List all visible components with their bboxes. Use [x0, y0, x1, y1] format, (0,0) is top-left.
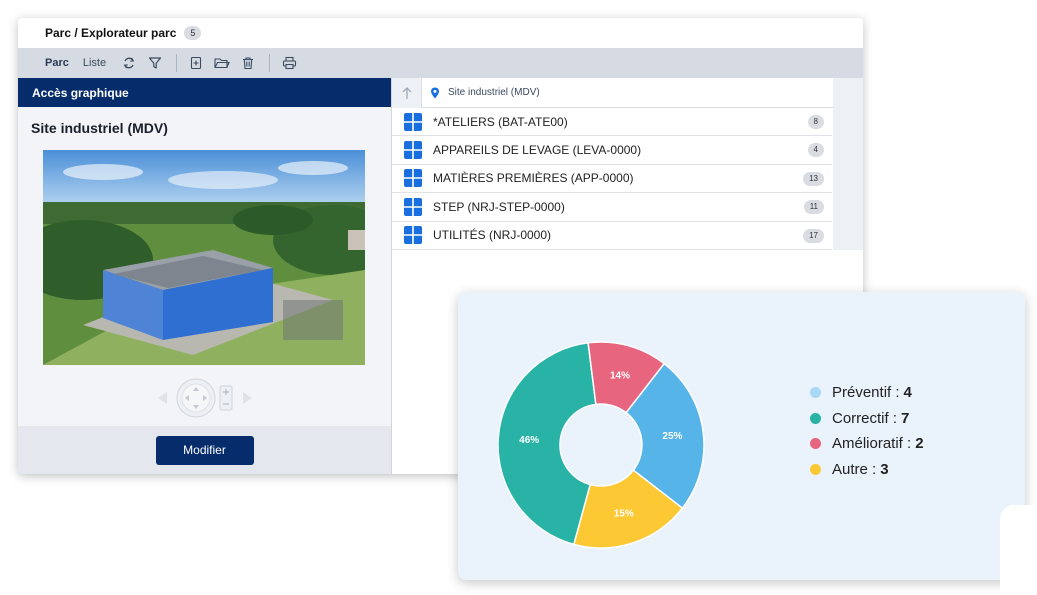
grid-icon	[404, 112, 422, 131]
legend-label: Amélioratif :	[832, 435, 912, 453]
row-label: UTILITÉS (NRJ-0000)	[433, 228, 552, 243]
row-count-badge: 13	[803, 171, 824, 186]
image-navigation-control	[156, 378, 256, 418]
row-label: *ATELIERS (BAT-ATE00)	[433, 114, 568, 129]
grid-icon	[404, 226, 422, 245]
table-row[interactable]: APPAREILS DE LEVAGE (LEVA-0000) 4	[392, 136, 832, 165]
legend-value: 4	[903, 384, 912, 402]
table-row[interactable]: STEP (NRJ-STEP-0000) 11	[392, 193, 832, 222]
row-label: APPAREILS DE LEVAGE (LEVA-0000)	[433, 143, 642, 158]
title-bar: Parc / Explorateur parc 5	[18, 18, 863, 48]
column-header-label: Site industriel (MDV)	[448, 87, 540, 98]
slice-percent-label: 25%	[662, 431, 682, 442]
count-badge: 5	[184, 26, 202, 40]
toolbar-divider	[176, 54, 178, 72]
legend-value: 7	[901, 409, 910, 427]
card-notch	[1000, 505, 1037, 595]
slice-percent-label: 14%	[610, 371, 630, 382]
site-photo[interactable]	[43, 150, 365, 365]
legend-dot	[810, 387, 821, 399]
legend-dot	[810, 412, 821, 424]
grid-icon	[404, 197, 422, 216]
arrow-up-icon	[402, 86, 411, 99]
column-header[interactable]: Site industriel (MDV)	[422, 87, 863, 99]
grid-icon	[404, 141, 422, 160]
grid-icon	[404, 169, 422, 188]
legend-item[interactable]: Amélioratif :2	[810, 431, 924, 457]
table-header: Site industriel (MDV)	[392, 77, 863, 108]
row-label: MATIÈRES PREMIÈRES (APP-0000)	[433, 171, 634, 186]
intervention-chart-card: 25% 15% 46% 14% Préventif :4 Correctif :7 Amé…	[458, 292, 1025, 580]
liste-tab[interactable]: Liste	[83, 57, 106, 69]
row-count-badge: 8	[807, 115, 824, 129]
legend-item[interactable]: Correctif :7	[810, 406, 924, 432]
panel-header: Accès graphique	[18, 78, 391, 107]
row-count-badge: 11	[803, 200, 824, 215]
modify-button[interactable]: Modifier	[155, 435, 254, 465]
trash-icon[interactable]	[239, 54, 257, 72]
breadcrumb[interactable]: Parc / Explorateur parc	[45, 26, 176, 40]
row-count-badge: 17	[803, 228, 824, 243]
table-rows: *ATELIERS (BAT-ATE00) 8 APPAREILS DE LEVAG…	[392, 108, 863, 250]
print-icon[interactable]	[280, 54, 298, 72]
legend-dot	[810, 464, 821, 476]
slice-percent-label: 15%	[614, 508, 634, 519]
parc-tab[interactable]: Parc	[45, 57, 69, 69]
chart-legend: Préventif :4 Correctif :7 Amélioratif :2 Au…	[810, 380, 924, 482]
site-title: Site industriel (MDV)	[31, 120, 168, 136]
slice-percent-label: 46%	[519, 435, 539, 446]
location-pin-icon	[431, 87, 439, 98]
legend-value: 2	[915, 435, 924, 453]
panel-footer: Modifier	[18, 426, 391, 474]
legend-item[interactable]: Autre :3	[810, 457, 924, 483]
legend-dot	[810, 438, 821, 450]
table-row[interactable]: UTILITÉS (NRJ-0000) 17	[392, 222, 832, 250]
table-scrollbar[interactable]	[833, 78, 863, 250]
legend-label: Correctif :	[832, 409, 898, 427]
legend-label: Autre :	[832, 461, 877, 479]
refresh-icon[interactable]	[120, 54, 138, 72]
donut-chart: 25% 15% 46% 14%	[498, 341, 705, 549]
row-label: STEP (NRJ-STEP-0000)	[433, 199, 565, 214]
pan-left-arrow	[158, 392, 167, 404]
legend-label: Préventif :	[832, 384, 900, 402]
legend-value: 3	[880, 461, 889, 479]
filter-icon[interactable]	[146, 54, 164, 72]
graphic-access-panel: Accès graphique Site industriel (MDV) Mo…	[18, 78, 392, 474]
legend-item[interactable]: Préventif :4	[810, 380, 924, 406]
sort-up-button[interactable]	[392, 77, 422, 108]
add-icon[interactable]	[187, 54, 205, 72]
table-row[interactable]: *ATELIERS (BAT-ATE00) 8	[392, 108, 832, 137]
donut-slice-correctif[interactable]	[498, 341, 597, 546]
toolbar: Parc Liste	[18, 48, 863, 78]
row-count-badge: 4	[807, 143, 824, 158]
table-row[interactable]: MATIÈRES PREMIÈRES (APP-0000) 13	[392, 165, 832, 194]
toolbar-divider	[269, 54, 271, 72]
folder-icon[interactable]	[213, 54, 231, 72]
